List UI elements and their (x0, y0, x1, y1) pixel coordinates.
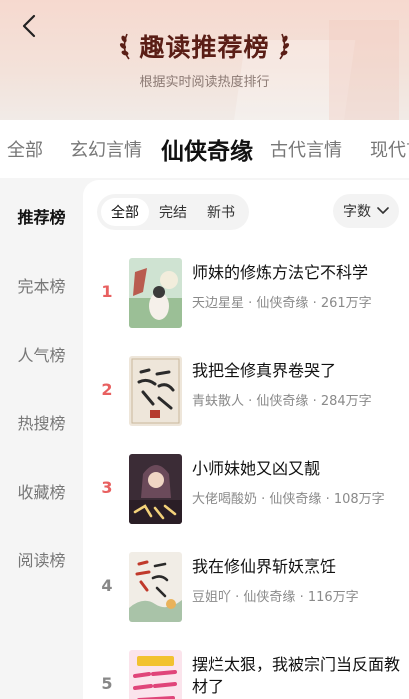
sidebar-item-favorites[interactable]: 收藏榜 (0, 479, 83, 503)
book-title: 师妹的修炼方法它不科学 (192, 263, 369, 282)
book-row[interactable]: 4 我在修仙界斩妖烹饪 豆姐吖 · 仙侠奇缘 · 116万字 (83, 548, 409, 628)
book-row[interactable]: 5 摆烂太狠，我被宗门当反面教材了 (83, 646, 409, 699)
filter-all[interactable]: 全部 (101, 198, 149, 226)
book-author: 大佬喝酸奶 (192, 492, 258, 507)
book-meta: 豆姐吖 · 仙侠奇缘 · 116万字 (192, 586, 402, 605)
book-meta: 天边星星 · 仙侠奇缘 · 261万字 (192, 292, 402, 311)
ranking-list-panel: 全部 完结 新书 字数 1 师妹的修炼方法它不科学 天边星星 · 仙侠奇缘 · … (83, 180, 409, 699)
book-author: 豆姐吖 (192, 590, 232, 605)
sidebar-item-reading[interactable]: 阅读榜 (0, 547, 83, 571)
filter-new[interactable]: 新书 (197, 198, 245, 226)
sort-label: 字数 (343, 204, 371, 220)
tab-fantasy-romance[interactable]: 玄幻言情 (70, 120, 142, 178)
tab-all[interactable]: 全部 (7, 120, 43, 178)
book-cover-image (129, 258, 182, 328)
page-subtitle: 根据实时阅读热度排行 (139, 75, 270, 90)
chevron-down-icon (377, 207, 389, 214)
book-genre: 仙侠奇缘 (243, 590, 296, 605)
rank-number: 3 (101, 478, 113, 497)
book-row[interactable]: 2 我把全修真界卷哭了 青蚨散人 · 仙侠奇缘 · 284万字 (83, 352, 409, 432)
book-cover-image (129, 552, 182, 622)
sidebar-item-recommend[interactable]: 推荐榜 (0, 204, 83, 228)
meta-separator: · (244, 394, 257, 409)
meta-separator: · (321, 492, 334, 507)
header-title-wrap: 趣读推荐榜 根据实时阅读热度排行 (0, 28, 409, 90)
book-word-count: 284万字 (320, 394, 372, 409)
sidebar-item-completed[interactable]: 完本榜 (0, 273, 83, 297)
book-word-count: 108万字 (333, 492, 385, 507)
book-cover-image (129, 650, 182, 699)
book-title: 小师妹她又凶又靓 (192, 459, 321, 478)
book-genre: 仙侠奇缘 (256, 394, 309, 409)
meta-separator: · (308, 394, 321, 409)
sidebar-item-hot-search[interactable]: 热搜榜 (0, 410, 83, 434)
book-genre: 仙侠奇缘 (269, 492, 322, 507)
meta-separator: · (295, 590, 308, 605)
meta-separator: · (257, 492, 270, 507)
book-cover-image (129, 356, 182, 426)
sidebar-item-popular[interactable]: 人气榜 (0, 342, 83, 366)
book-row[interactable]: 3 小师妹她又凶又靓 大佬喝酸奶 · 仙侠奇缘 · 108万字 (83, 450, 409, 530)
book-title: 我在修仙界斩妖烹饪 (192, 557, 337, 576)
laurel-left-icon (120, 33, 131, 60)
book-word-count: 116万字 (307, 590, 359, 605)
book-title: 摆烂太狠，我被宗门当反面教材了 (192, 655, 401, 696)
meta-separator: · (244, 296, 257, 311)
page-title: 趣读推荐榜 (139, 33, 270, 62)
header-banner: 趣读推荐榜 根据实时阅读热度排行 (0, 0, 409, 120)
rank-number: 2 (101, 380, 113, 399)
category-tabs: 全部 玄幻言情 仙侠奇缘 古代言情 现代言 (0, 120, 409, 178)
rank-number: 4 (101, 576, 113, 595)
ranking-sidebar: 推荐榜 完本榜 人气榜 热搜榜 收藏榜 阅读榜 (0, 180, 83, 699)
rank-number: 5 (101, 674, 113, 693)
book-title: 我把全修真界卷哭了 (192, 361, 337, 380)
status-filter: 全部 完结 新书 (97, 194, 249, 230)
book-genre: 仙侠奇缘 (256, 296, 309, 311)
rank-number: 1 (101, 282, 113, 301)
book-author: 天边星星 (192, 296, 245, 311)
tab-xianxia[interactable]: 仙侠奇缘 (161, 120, 253, 178)
sort-dropdown[interactable]: 字数 (333, 194, 399, 228)
laurel-right-icon (278, 33, 289, 60)
book-meta: 青蚨散人 · 仙侠奇缘 · 284万字 (192, 390, 402, 409)
book-word-count: 261万字 (320, 296, 372, 311)
book-cover-image (129, 454, 182, 524)
tab-modern-romance[interactable]: 现代言 (370, 120, 409, 178)
book-author: 青蚨散人 (192, 394, 245, 409)
book-row[interactable]: 1 师妹的修炼方法它不科学 天边星星 · 仙侠奇缘 · 261万字 (83, 254, 409, 334)
filter-completed[interactable]: 完结 (149, 198, 197, 226)
meta-separator: · (231, 590, 244, 605)
tab-ancient-romance[interactable]: 古代言情 (270, 120, 342, 178)
meta-separator: · (308, 296, 321, 311)
book-meta: 大佬喝酸奶 · 仙侠奇缘 · 108万字 (192, 488, 402, 507)
